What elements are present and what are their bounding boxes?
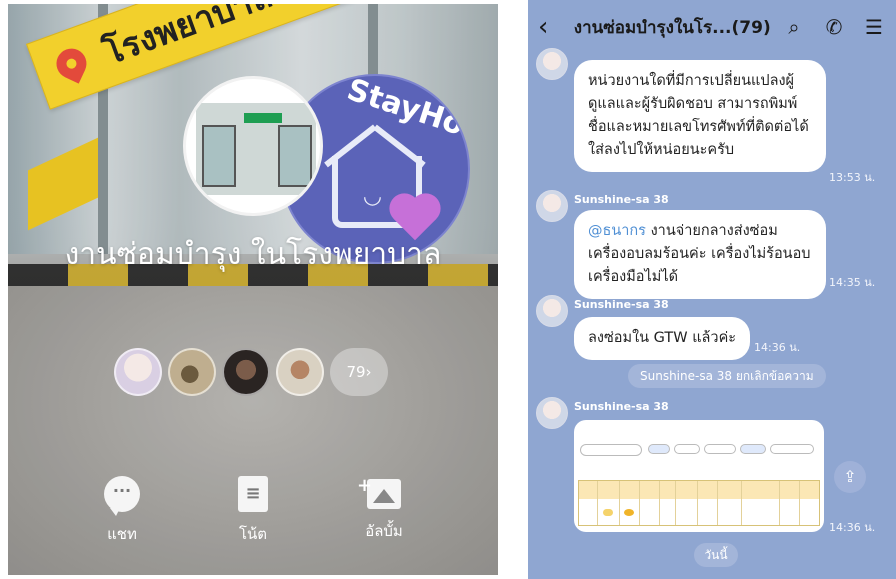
date-separator: วันนี้ [694, 543, 738, 567]
message-text: หน่วยงานใดที่มีการเปลี่ยนแปลงผู้ดูแลและผ… [588, 73, 809, 158]
chat-action-label: แชท [107, 525, 137, 543]
album-action[interactable]: อัลบั้ม [344, 475, 424, 543]
image-chip [674, 444, 700, 454]
image-table-line [799, 481, 800, 525]
group-cover-panel: โรงพยาบาล StayHome ◡ งานซ่อมบำรุง ในโรงพ… [8, 4, 498, 575]
image-table-line [619, 481, 620, 525]
image-table-line [741, 481, 742, 525]
image-table-line [717, 481, 718, 525]
note-action[interactable]: ≡ โน้ต [213, 476, 293, 546]
back-button[interactable]: ‹ [538, 12, 566, 42]
message-text: ลงซ่อมใน GTW แล้วค่ะ [588, 330, 737, 346]
group-profile-photo[interactable] [183, 76, 323, 216]
sender-name: Sunshine-sa 38 [574, 193, 669, 206]
smiley-icon: ◡ [364, 184, 381, 209]
share-icon[interactable]: ⇪ [834, 461, 866, 493]
sender-name: Sunshine-sa 38 [574, 298, 669, 311]
photo-door-left [202, 125, 236, 187]
mention-link[interactable]: @ธนากร [588, 223, 646, 239]
image-table-line [659, 481, 660, 525]
group-title: งานซ่อมบำรุง ในโรงพยาบาล [64, 237, 442, 272]
avatar[interactable] [222, 348, 270, 396]
chat-panel: ‹ งานซ่อมบำรุงในโร...(79) ⌕ ✆ ☰ หน่วยงาน… [528, 0, 896, 579]
image-table-header [579, 481, 819, 499]
album-icon [357, 475, 401, 509]
image-table [578, 480, 820, 526]
image-message[interactable] [574, 420, 824, 532]
message-time: 14:36 น. [829, 521, 876, 534]
message-bubble[interactable]: ลงซ่อมใน GTW แล้วค่ะ [574, 317, 750, 360]
photo-door-right [278, 125, 312, 187]
avatar[interactable] [114, 348, 162, 396]
room-photo [196, 103, 316, 195]
album-action-label: อัลบั้ม [365, 522, 403, 540]
note-icon: ≡ [238, 476, 268, 512]
message-time: 14:35 น. [829, 276, 876, 289]
image-table-line [639, 481, 640, 525]
image-chip [740, 444, 766, 454]
note-action-label: โน้ต [238, 525, 268, 543]
image-table-line [697, 481, 698, 525]
avatar[interactable] [536, 295, 568, 327]
image-table-line [779, 481, 780, 525]
chat-title: งานซ่อมบำรุงในโร...(79) [573, 17, 771, 38]
message-time: 13:53 น. [829, 171, 876, 184]
screenshot-root: โรงพยาบาล StayHome ◡ งานซ่อมบำรุง ในโรงพ… [0, 0, 896, 579]
image-chip [648, 444, 670, 454]
image-search-bar [580, 444, 642, 456]
sender-name: Sunshine-sa 38 [574, 400, 669, 413]
message-bubble[interactable]: @ธนากร งานจ่ายกลางส่งซ่อมเครื่องอบลมร้อน… [574, 210, 826, 299]
image-table-line [597, 481, 598, 525]
image-chip [704, 444, 736, 454]
image-chip [770, 444, 814, 454]
message-time: 14:36 น. [754, 341, 801, 354]
status-dot [624, 509, 634, 516]
member-avatars[interactable]: 79› [114, 348, 388, 396]
avatar[interactable] [536, 397, 568, 429]
message-bubble[interactable]: หน่วยงานใดที่มีการเปลี่ยนแปลงผู้ดูแลและผ… [574, 60, 826, 172]
chat-action[interactable]: ··· แชท [82, 476, 162, 546]
status-dot [603, 509, 613, 516]
search-icon[interactable]: ⌕ [782, 15, 806, 39]
menu-icon[interactable]: ☰ [862, 15, 886, 39]
chat-header: ‹ งานซ่อมบำรุงในโร...(79) ⌕ ✆ ☰ [528, 0, 896, 54]
avatar[interactable] [536, 190, 568, 222]
image-table-line [675, 481, 676, 525]
chat-bubble-icon: ··· [104, 476, 140, 516]
header-icons: ⌕ ✆ ☰ [782, 15, 886, 39]
more-members-button[interactable]: 79› [330, 348, 388, 396]
location-pin-icon [51, 43, 92, 84]
system-message: Sunshine-sa 38 ยกเลิกข้อความ [628, 364, 826, 388]
avatar[interactable] [536, 48, 568, 80]
avatar[interactable] [276, 348, 324, 396]
phone-icon[interactable]: ✆ [822, 15, 846, 39]
avatar[interactable] [168, 348, 216, 396]
room-sign [244, 113, 282, 123]
